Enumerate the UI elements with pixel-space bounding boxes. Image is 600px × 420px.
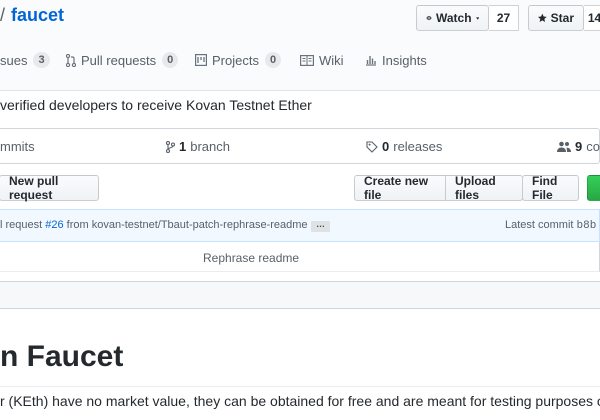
find-file-label: Find File xyxy=(532,174,558,202)
commit-expand-button[interactable]: … xyxy=(311,220,330,232)
file-list-row xyxy=(0,242,600,272)
people-icon xyxy=(557,141,571,152)
tab-projects-label: Projects xyxy=(212,52,259,68)
summary-branch-count: 1 xyxy=(179,139,187,154)
tab-pull-requests-count: 0 xyxy=(162,52,179,68)
tab-insights-label: Insights xyxy=(382,52,427,68)
star-button[interactable]: Star xyxy=(528,5,584,31)
summary-releases-label: releases xyxy=(393,139,443,154)
summary-releases-count: 0 xyxy=(382,139,390,154)
latest-commit-sha[interactable]: b8b xyxy=(577,220,597,232)
commit-message-prefix: l request xyxy=(0,219,46,231)
watch-label: Watch xyxy=(436,11,472,25)
readme-header xyxy=(0,281,600,309)
summary-contributors[interactable]: 9 co xyxy=(557,139,600,154)
wiki-icon xyxy=(300,54,314,66)
latest-commit-info: Latest commit b8b xyxy=(505,219,596,232)
commit-message: l request #26 from kovan-testnet/Tbaut-p… xyxy=(0,219,308,231)
tab-issues-label: sues xyxy=(0,52,28,68)
summary-branches[interactable]: 1 branch xyxy=(166,139,230,154)
commit-message-branch: from kovan-testnet/Tbaut-patch-rephrase-… xyxy=(63,219,308,231)
tab-insights[interactable]: Insights xyxy=(365,51,427,69)
caret-down-icon xyxy=(475,16,479,20)
tab-wiki[interactable]: Wiki xyxy=(300,51,344,69)
readme-divider xyxy=(0,386,600,387)
tag-icon xyxy=(366,140,378,153)
tab-issues-count: 3 xyxy=(33,52,50,68)
clone-or-download-button[interactable] xyxy=(587,175,600,201)
summary-branch-label: branch xyxy=(190,139,230,154)
repo-description: verified developers to receive Kovan Tes… xyxy=(0,97,312,113)
create-new-file-label: Create new file xyxy=(364,174,429,202)
create-new-file-button[interactable]: Create new file xyxy=(354,174,446,202)
star-count[interactable]: 14 xyxy=(584,5,600,31)
repo-title-separator: / xyxy=(0,5,6,25)
tab-projects-count: 0 xyxy=(264,52,282,68)
find-file-button[interactable]: Find File xyxy=(522,174,579,202)
star-icon xyxy=(538,13,547,22)
summary-releases[interactable]: 0 releases xyxy=(366,139,442,154)
file-commit-message[interactable]: Rephrase readme xyxy=(203,251,299,265)
pull-request-icon xyxy=(66,53,76,67)
project-icon xyxy=(195,54,207,66)
insights-icon xyxy=(366,56,376,66)
upload-files-button[interactable]: Upload files xyxy=(445,174,523,202)
tab-pull-requests-label: Pull requests xyxy=(81,52,157,68)
new-pull-request-label: New pull request xyxy=(9,174,59,202)
summary-contributors-count: 9 xyxy=(575,139,583,154)
commit-pr-link[interactable]: #26 xyxy=(45,219,63,231)
summary-commits-label: mmits xyxy=(0,139,35,154)
repo-name-link[interactable]: faucet xyxy=(11,5,64,26)
tab-wiki-label: Wiki xyxy=(319,52,344,68)
upload-files-label: Upload files xyxy=(455,174,496,202)
tab-projects[interactable]: Projects 0 xyxy=(195,51,282,69)
repo-summary-bar: mmits 1 branch 0 releases 9 co xyxy=(0,128,600,164)
eye-icon xyxy=(426,15,432,21)
tab-issues[interactable]: sues 3 xyxy=(0,51,50,69)
watch-button[interactable]: Watch xyxy=(416,5,489,31)
watch-count[interactable]: 27 xyxy=(489,5,519,31)
tab-pull-requests[interactable]: Pull requests 0 xyxy=(66,51,179,69)
star-label: Star xyxy=(550,11,574,25)
latest-commit-label: Latest commit xyxy=(505,219,577,231)
summary-commits[interactable]: mmits xyxy=(0,139,35,154)
readme-title: n Faucet xyxy=(0,340,124,373)
branch-icon xyxy=(166,140,175,153)
readme-paragraph: r (KEth) have no market value, they can … xyxy=(0,393,600,409)
new-pull-request-button[interactable]: New pull request xyxy=(0,174,99,202)
summary-contributors-label: co xyxy=(586,139,600,154)
